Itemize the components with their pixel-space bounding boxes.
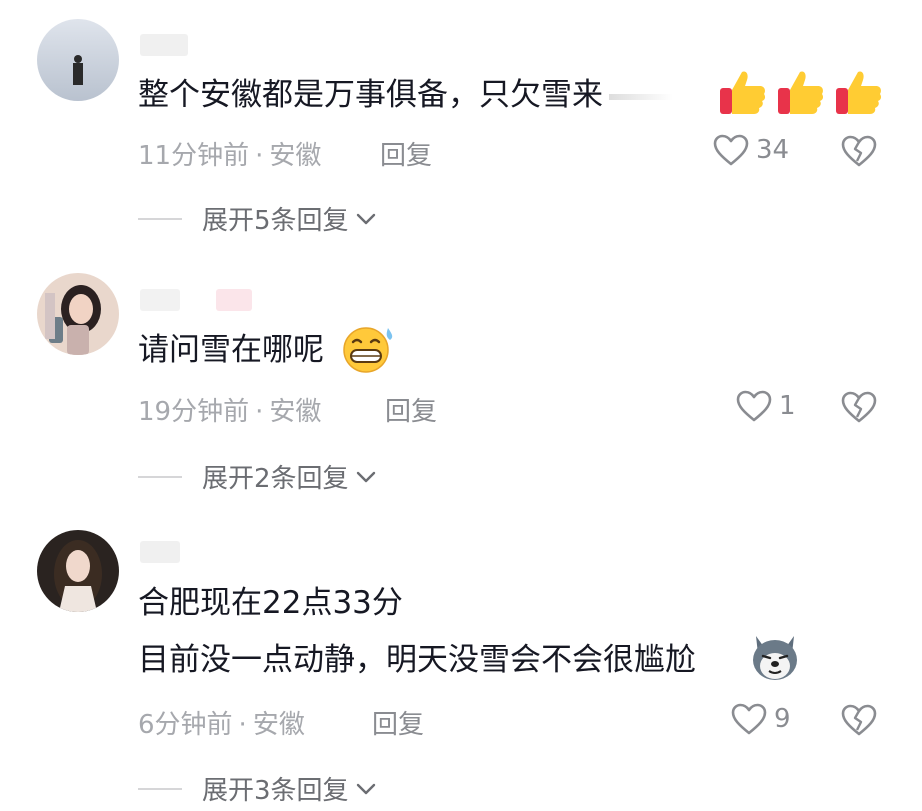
avatar[interactable] <box>37 530 119 612</box>
avatar-image <box>37 530 119 612</box>
broken-heart-icon[interactable] <box>840 134 878 168</box>
meta-separator: · <box>255 397 264 427</box>
expand-replies-label: 展开3条回复 <box>202 776 349 806</box>
like-count: 1 <box>779 391 796 421</box>
comment-meta: 19分钟前 · 安徽 <box>138 391 321 428</box>
broken-heart-icon[interactable] <box>840 703 878 737</box>
grimace-sweat-emoji <box>343 327 393 373</box>
comment-time: 19分钟前 <box>138 397 250 427</box>
divider <box>138 787 182 790</box>
comment-time: 6分钟前 <box>138 710 233 740</box>
chevron-down-icon <box>356 783 375 794</box>
comment-time: 11分钟前 <box>138 141 250 171</box>
chevron-down-icon <box>356 213 375 224</box>
comment-text: 整个安徽都是万事俱备，只欠雪来 <box>138 77 603 113</box>
comment-meta: 11分钟前 · 安徽 <box>138 135 321 172</box>
username-blurred[interactable] <box>140 34 188 56</box>
like-button[interactable]: 34 <box>712 133 789 167</box>
reply-button[interactable]: 回复 <box>380 135 432 172</box>
blurred-text <box>609 93 673 100</box>
heart-icon <box>713 134 749 166</box>
username-blurred[interactable] <box>140 541 180 563</box>
comment-location: 安徽 <box>252 710 305 740</box>
expand-replies-button[interactable]: 展开3条回复 <box>138 770 377 807</box>
comment-text: 请问雪在哪呢 <box>138 332 324 368</box>
meta-separator: · <box>238 710 247 740</box>
chevron-down-icon <box>356 471 375 482</box>
like-button[interactable]: 9 <box>730 702 791 736</box>
thumbs-up-emoji <box>720 71 766 114</box>
expand-replies-label: 展开5条回复 <box>202 206 349 236</box>
like-button[interactable]: 1 <box>735 389 796 423</box>
husky-dog-emoji <box>753 636 797 680</box>
comment-text-line-1: 合肥现在22点33分 <box>138 585 403 621</box>
divider <box>138 475 182 478</box>
thumbs-up-emoji <box>836 71 882 114</box>
heart-icon <box>736 390 772 422</box>
broken-heart-icon[interactable] <box>840 390 878 424</box>
meta-separator: · <box>255 141 264 171</box>
thumbs-up-emoji <box>778 71 824 114</box>
avatar[interactable] <box>37 19 119 101</box>
expand-replies-button[interactable]: 展开2条回复 <box>138 458 377 495</box>
comment-location: 安徽 <box>269 397 322 427</box>
reply-button[interactable]: 回复 <box>385 391 437 428</box>
username-blurred-tag <box>216 289 252 311</box>
comment-location: 安徽 <box>269 141 322 171</box>
like-count: 9 <box>774 704 791 734</box>
expand-replies-label: 展开2条回复 <box>202 464 349 494</box>
avatar-image <box>37 19 119 101</box>
expand-replies-button[interactable]: 展开5条回复 <box>138 200 377 237</box>
comment-text-line-2: 目前没一点动静，明天没雪会不会很尴尬 <box>138 642 696 678</box>
username-blurred[interactable] <box>140 289 180 311</box>
thumbs-up-emoji-group <box>716 66 884 118</box>
heart-icon <box>731 703 767 735</box>
comment-meta: 6分钟前 · 安徽 <box>138 704 305 741</box>
avatar[interactable] <box>37 273 119 355</box>
avatar-image <box>37 273 119 355</box>
divider <box>138 217 182 220</box>
like-count: 34 <box>756 135 790 165</box>
reply-button[interactable]: 回复 <box>372 704 424 741</box>
